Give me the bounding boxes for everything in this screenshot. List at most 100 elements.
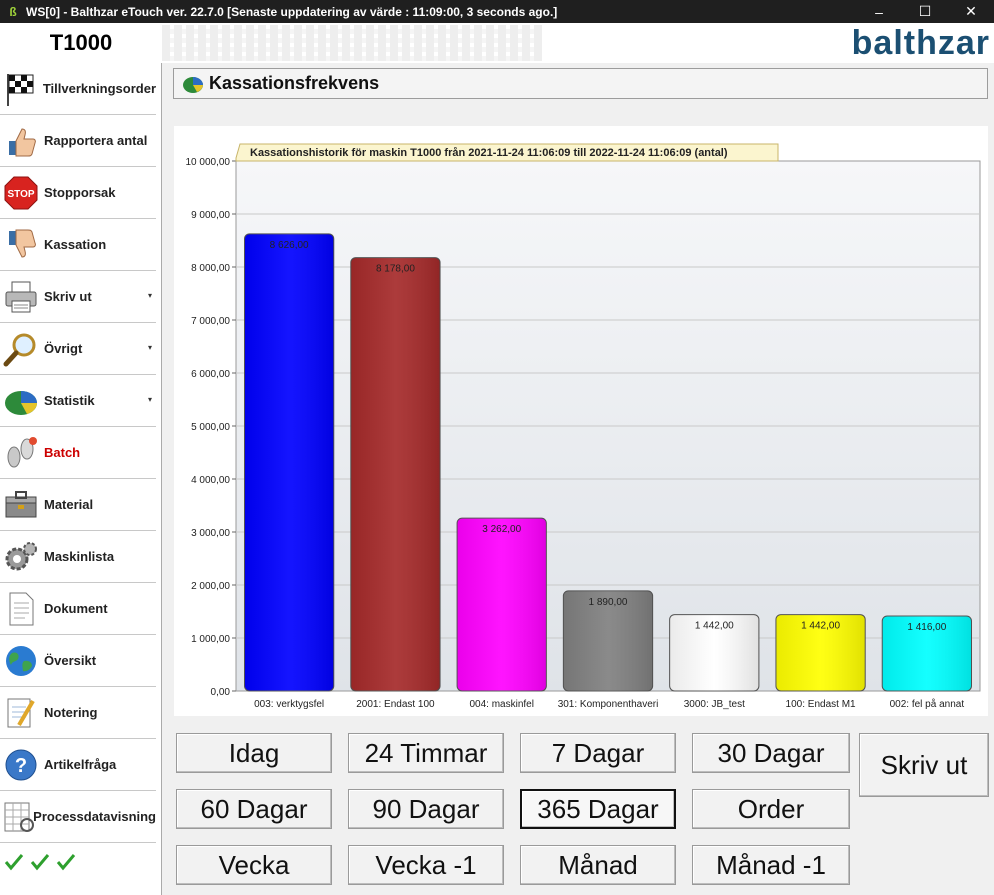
sidebar-item-oversikt[interactable]: Översikt	[0, 635, 156, 687]
printer-icon	[1, 277, 41, 317]
sidebar-item-label: Rapportera antal	[44, 133, 148, 148]
sidebar-item-batch[interactable]: Batch	[0, 427, 156, 479]
bar-value-label: 1 890,00	[589, 597, 628, 608]
sidebar-item-kassation[interactable]: Kassation	[0, 219, 156, 271]
sidebar-item-statistik[interactable]: Statistik ▾	[0, 375, 156, 427]
sidebar-item-label: Artikelfråga	[44, 757, 117, 772]
sidebar-item-label: Maskinlista	[44, 549, 115, 564]
app-header: T1000 balthzar	[0, 23, 994, 63]
panel-header: Kassationsfrekvens	[173, 68, 988, 99]
y-tick-label: 6 000,00	[191, 369, 230, 380]
period-month-button[interactable]: Månad	[520, 845, 676, 885]
bar-shade	[244, 233, 334, 691]
period-week-button[interactable]: Vecka	[176, 845, 332, 885]
brand-logo: balthzar	[851, 23, 990, 62]
bar-shade	[350, 257, 441, 691]
y-tick-label: 1 000,00	[191, 634, 230, 645]
chart-container: 0,00 1 000,00 2 000,00 3 000,00 4 000,00 5 00…	[174, 126, 988, 716]
minimize-button[interactable]: –	[856, 0, 902, 23]
period-60d-button[interactable]: 60 Dagar	[176, 789, 332, 829]
period-today-button[interactable]: Idag	[176, 733, 332, 773]
sidebar-item-label: Skriv ut	[44, 289, 92, 304]
sidebar-item-artikelfraga[interactable]: ? Artikelfråga	[0, 739, 156, 791]
x-tick-label: 100: Endast M1	[786, 699, 856, 710]
y-tick-label: 3 000,00	[191, 528, 230, 539]
sidebar-item-ovrigt[interactable]: Övrigt ▾	[0, 323, 156, 375]
sidebar-item-label: Batch	[44, 445, 81, 460]
toolbox-icon	[1, 485, 41, 525]
period-90d-button[interactable]: 90 Dagar	[348, 789, 504, 829]
x-tick-label: 301: Komponenthaveri	[558, 699, 659, 710]
y-tick-label: 0,00	[211, 687, 231, 698]
y-tick-label: 7 000,00	[191, 316, 230, 327]
period-prev-week-button[interactable]: Vecka -1	[348, 845, 504, 885]
period-prev-month-button[interactable]: Månad -1	[692, 845, 850, 885]
gears-icon	[1, 537, 41, 577]
statistics-icon	[183, 76, 203, 93]
sidebar-item-skriv-ut[interactable]: Skriv ut ▾	[0, 271, 156, 323]
sidebar-item-label: Statistik	[44, 393, 95, 408]
document-icon	[1, 589, 41, 629]
scrap-bar-chart: 0,00 1 000,00 2 000,00 3 000,00 4 000,00 5 00…	[186, 143, 981, 710]
statistics-icon	[1, 381, 41, 421]
chevron-down-icon: ▾	[147, 395, 152, 404]
sidebar-item-label: Material	[44, 497, 94, 512]
bar-value-label: 8 626,00	[270, 240, 309, 251]
x-tick-label: 003: verktygsfel	[254, 699, 324, 710]
sidebar: Tillverkningsorder Rapportera antal STOP…	[0, 63, 162, 895]
chevron-down-icon: ▾	[147, 291, 152, 300]
y-tick-label: 9 000,00	[191, 210, 230, 221]
sidebar-item-notering[interactable]: Notering	[0, 687, 156, 739]
bar-value-label: 8 178,00	[376, 264, 415, 275]
sidebar-item-label: Översikt	[44, 653, 97, 668]
print-button[interactable]: Skriv ut	[859, 733, 989, 797]
bar-value-label: 1 442,00	[801, 621, 840, 632]
x-tick-label: 004: maskinfel	[469, 699, 533, 710]
bar-value-label: 1 442,00	[695, 621, 734, 632]
close-button[interactable]: ✕	[948, 0, 994, 23]
sidebar-item-processdatavisning[interactable]: Processdatavisning	[0, 791, 156, 843]
sidebar-item-label: Notering	[44, 705, 98, 720]
status-checks	[4, 853, 76, 871]
window-titlebar: ß WS[0] - Balthzar eTouch ver. 22.7.0 [S…	[0, 0, 994, 23]
question-icon: ?	[1, 745, 41, 785]
period-30d-button[interactable]: 30 Dagar	[692, 733, 850, 773]
sidebar-item-dokument[interactable]: Dokument	[0, 583, 156, 635]
period-24h-button[interactable]: 24 Timmar	[348, 733, 504, 773]
machine-name: T1000	[49, 30, 113, 55]
sidebar-item-label: Tillverkningsorder	[42, 81, 156, 96]
y-tick-label: 8 000,00	[191, 263, 230, 274]
sidebar-item-label: Stopporsak	[44, 185, 116, 200]
sidebar-item-tillverkningsorder[interactable]: Tillverkningsorder	[0, 63, 156, 115]
sidebar-item-rapportera-antal[interactable]: Rapportera antal	[0, 115, 156, 167]
sidebar-item-maskinlista[interactable]: Maskinlista	[0, 531, 156, 583]
check-icon	[30, 854, 50, 871]
x-tick-label: 3000: JB_test	[684, 699, 745, 710]
sidebar-item-label: Kassation	[44, 237, 107, 252]
check-icon	[56, 854, 76, 871]
period-7d-button[interactable]: 7 Dagar	[520, 733, 676, 773]
header-pattern	[162, 25, 542, 61]
stop-sign-icon: STOP	[1, 173, 41, 213]
y-tick-label: 4 000,00	[191, 475, 230, 486]
y-tick-label: 5 000,00	[191, 422, 230, 433]
sidebar-item-label: Processdatavisning	[33, 809, 156, 824]
svg-text:STOP: STOP	[7, 189, 34, 200]
notepad-icon	[1, 693, 41, 733]
sidebar-item-label: Övrigt	[44, 341, 83, 356]
period-order-button[interactable]: Order	[692, 789, 850, 829]
period-365d-button[interactable]: 365 Dagar	[520, 789, 676, 829]
chart-title-box: Kassationshistorik för maskin T1000 från…	[235, 143, 779, 162]
chevron-down-icon: ▾	[147, 343, 152, 352]
thumbs-up-icon	[1, 121, 41, 161]
bar-value-label: 1 416,00	[907, 622, 946, 633]
y-tick-label: 2 000,00	[191, 581, 230, 592]
maximize-button[interactable]: ☐	[902, 0, 948, 23]
sidebar-item-material[interactable]: Material	[0, 479, 156, 531]
bar-shade	[457, 518, 547, 691]
sidebar-item-stopporsak[interactable]: STOP Stopporsak	[0, 167, 156, 219]
page-title: Kassationsfrekvens	[209, 73, 380, 93]
window-title: WS[0] - Balthzar eTouch ver. 22.7.0 [Sen…	[26, 4, 558, 19]
check-icon	[4, 854, 24, 871]
chart-title: Kassationshistorik för maskin T1000 från…	[250, 147, 728, 159]
